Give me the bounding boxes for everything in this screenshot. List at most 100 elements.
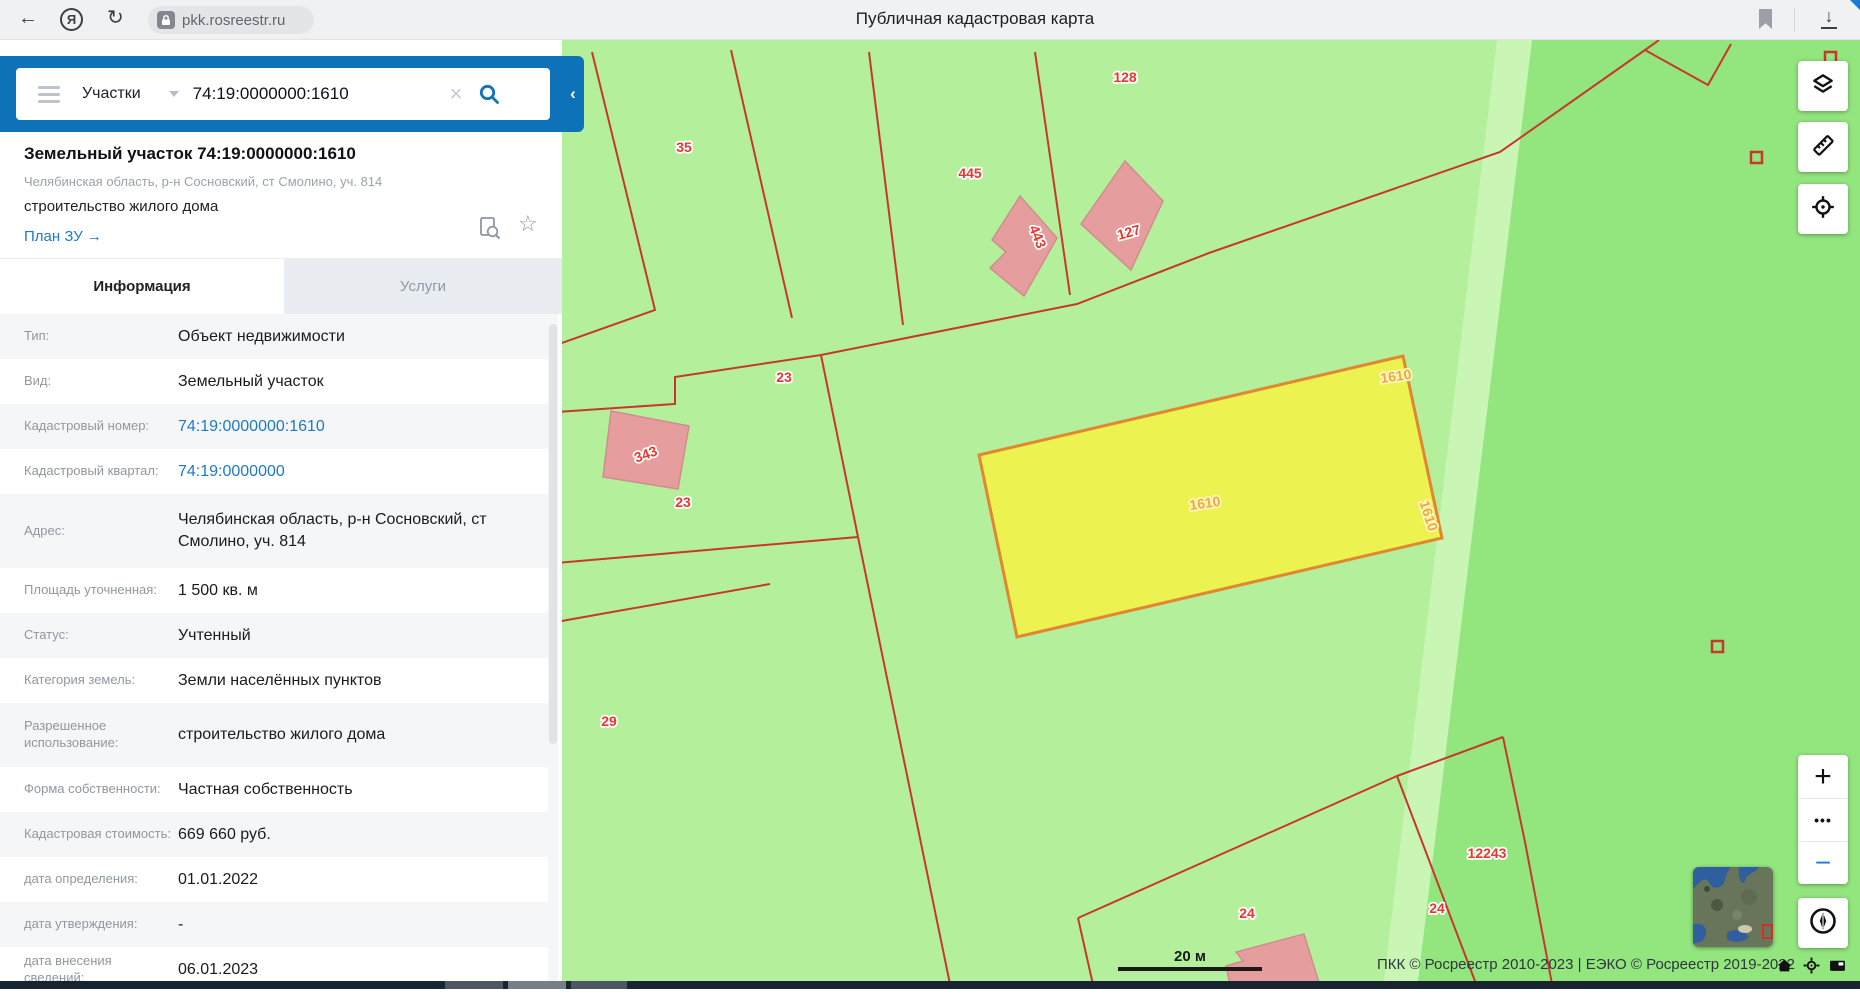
tab-information[interactable]: Информация xyxy=(0,259,284,314)
row-label: дата определения: xyxy=(24,871,138,887)
plan-zu-link[interactable]: План ЗУ → xyxy=(24,228,102,245)
table-row-ownership: Форма собственности: Частная собственнос… xyxy=(0,767,548,812)
row-label: Форма собственности: xyxy=(24,781,161,797)
row-value: строительство жилого дома xyxy=(178,726,386,744)
parcel-label-445: 445 xyxy=(958,165,982,181)
locate-icon xyxy=(1810,194,1836,225)
cadastral-map[interactable]: 35 128 445 127 443 23 343 23 29 12243 24… xyxy=(555,39,1860,990)
browser-corner-accent xyxy=(1850,0,1860,10)
parcel-label-24b: 24 xyxy=(1429,900,1445,916)
bookmark-icon[interactable] xyxy=(1757,8,1774,35)
overview-minimap[interactable] xyxy=(1693,867,1773,947)
crosshair-icon[interactable] xyxy=(1803,957,1820,979)
page-title: Публичная кадастровая карта xyxy=(855,9,1095,28)
table-row-type: Тип: Объект недвижимости xyxy=(0,314,548,359)
table-row-address: Адрес: Челябинская область, р-н Сосновск… xyxy=(0,494,548,568)
search-box: Участки × xyxy=(16,68,550,120)
row-value: Частная собственность xyxy=(178,780,353,798)
search-icon[interactable] xyxy=(477,82,501,106)
bottom-taskbar-strip xyxy=(0,981,1860,989)
menu-icon[interactable] xyxy=(38,82,60,107)
row-label: Статус: xyxy=(24,627,69,643)
lock-icon[interactable] xyxy=(157,11,175,29)
table-row-land-category: Категория земель: Земли населённых пункт… xyxy=(0,658,548,703)
zoom-in-button[interactable]: + xyxy=(1798,755,1848,798)
row-value: 06.01.2023 xyxy=(178,961,259,979)
row-value: - xyxy=(178,915,184,933)
clear-search-icon[interactable]: × xyxy=(450,83,463,105)
row-value: Челябинская область, р-н Сосновский, ст … xyxy=(178,511,487,550)
parcel-label-29: 29 xyxy=(601,713,617,729)
download-icon[interactable]: ↓ xyxy=(1818,5,1840,29)
row-label: Категория земель: xyxy=(24,672,136,688)
row-label: Кадастровая стоимость: xyxy=(24,826,171,842)
row-value: Земли населённых пунктов xyxy=(178,671,382,689)
details-table: Тип: Объект недвижимости Вид: Земельный … xyxy=(0,314,548,989)
table-row-cadastral-value: Кадастровая стоимость: 669 660 руб. xyxy=(0,812,548,857)
row-label: Площадь уточненная: xyxy=(24,582,157,598)
back-icon[interactable]: ← xyxy=(18,8,38,28)
ruler-button[interactable] xyxy=(1798,122,1848,172)
more-tools-button[interactable]: ••• xyxy=(1798,798,1848,841)
table-row-valuation-date: дата определения: 01.01.2022 xyxy=(0,857,548,902)
search-header: Участки × xyxy=(0,56,562,132)
layers-icon xyxy=(1810,71,1836,102)
row-value: 1 500 кв. м xyxy=(178,581,258,599)
taskbar-segment xyxy=(571,981,627,989)
toolbar-divider xyxy=(1794,8,1795,32)
object-address-subtitle: Челябинская область, р-н Сосновский, ст … xyxy=(24,174,383,189)
row-label: Вид: xyxy=(24,373,52,389)
panel-scrollbar[interactable] xyxy=(548,314,558,981)
ruler-icon xyxy=(1810,132,1836,163)
search-category-select[interactable]: Участки xyxy=(82,85,141,103)
taskbar-segment xyxy=(445,981,503,989)
object-usage-text: строительство жилого дома xyxy=(24,198,219,215)
row-value: 669 660 руб. xyxy=(178,825,271,843)
favorite-star-icon[interactable]: ☆ xyxy=(518,212,538,237)
row-value: Земельный участок xyxy=(178,372,324,390)
info-panel: Участки × Земельный участок 74:19:000000… xyxy=(0,40,562,989)
url-text: pkk.rosreestr.ru xyxy=(182,11,286,29)
parcel-label-24a: 24 xyxy=(1239,905,1255,921)
table-row-status: Статус: Учтенный xyxy=(0,613,548,658)
screenshot-icon[interactable] xyxy=(1829,957,1846,979)
cadastral-block-link[interactable]: 74:19:0000000 xyxy=(172,461,548,483)
compass-icon xyxy=(1808,906,1838,941)
layers-button[interactable] xyxy=(1798,61,1848,111)
row-label: Кадастровый номер: xyxy=(24,418,150,434)
yandex-browser-icon[interactable]: Я xyxy=(60,8,83,31)
chevron-down-icon[interactable] xyxy=(168,91,179,97)
zoom-controls: + ••• − xyxy=(1798,755,1848,884)
panel-scrollbar-thumb[interactable] xyxy=(549,324,557,744)
tab-services[interactable]: Услуги xyxy=(284,259,562,314)
view-plan-icon[interactable] xyxy=(478,216,502,247)
refresh-icon[interactable]: ↻ xyxy=(107,8,124,28)
table-row-permitted-use: Разрешенное использование: строительство… xyxy=(0,703,548,767)
row-label: дата утверждения: xyxy=(24,916,138,932)
row-label: Тип: xyxy=(24,328,50,344)
scale-line xyxy=(1118,967,1262,971)
parcel-label-128: 128 xyxy=(1113,69,1137,85)
row-value: Объект недвижимости xyxy=(178,327,345,345)
map-attribution: ПКК © Росреестр 2010-2023 | ЕЭКО © Росре… xyxy=(1377,956,1795,973)
address-bar[interactable]: pkk.rosreestr.ru xyxy=(148,6,314,34)
row-value: 01.01.2022 xyxy=(178,870,259,888)
search-input[interactable] xyxy=(192,84,448,104)
table-row-cadastral-number: Кадастровый номер: 74:19:0000000:1610 xyxy=(0,404,548,449)
table-row-approval-date: дата утверждения: - xyxy=(0,902,548,947)
zoom-out-button[interactable]: − xyxy=(1798,841,1848,884)
table-row-cadastral-block: Кадастровый квартал: 74:19:0000000 xyxy=(0,449,548,494)
collapse-panel-button[interactable]: ‹ xyxy=(562,56,584,132)
object-title: Земельный участок 74:19:0000000:1610 xyxy=(24,144,356,163)
table-row-area: Площадь уточненная: 1 500 кв. м xyxy=(0,568,548,613)
panel-tabs: Информация Услуги xyxy=(0,258,562,314)
taskbar-segment xyxy=(508,981,566,989)
row-label: Разрешенное использование: xyxy=(24,718,119,750)
cadastral-number-link[interactable]: 74:19:0000000:1610 xyxy=(172,416,548,438)
parcel-label-23: 23 xyxy=(776,369,792,385)
home-icon[interactable] xyxy=(1776,957,1793,979)
compass-button[interactable] xyxy=(1798,898,1848,948)
browser-toolbar: ← Я ↻ pkk.rosreestr.ru Публичная кадастр… xyxy=(0,0,1860,40)
cadastral-map-svg: 35 128 445 127 443 23 343 23 29 12243 24… xyxy=(555,39,1860,990)
locate-button[interactable] xyxy=(1798,184,1848,234)
